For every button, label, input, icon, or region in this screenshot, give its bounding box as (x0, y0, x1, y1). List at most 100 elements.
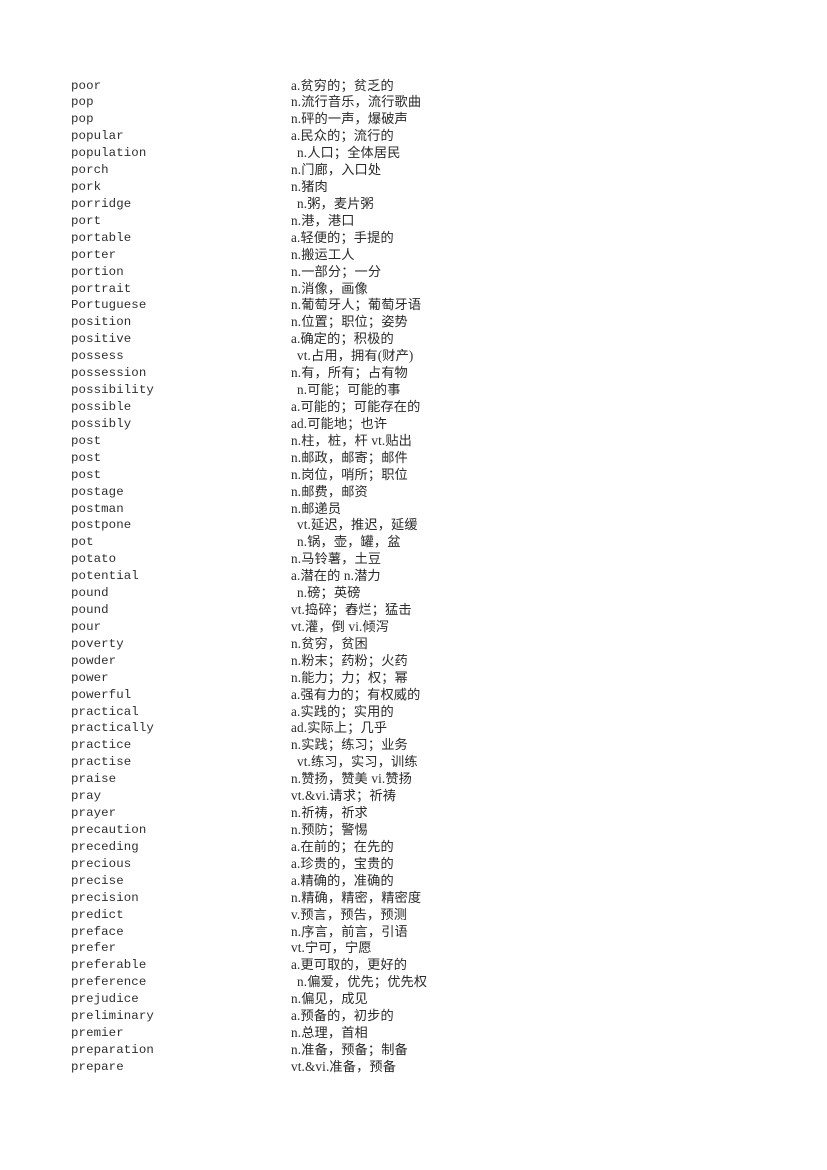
entry-definition: n.消像，画像 (291, 280, 368, 296)
entry-word: practical (71, 704, 139, 719)
entry-definition: n.马铃薯，土豆 (291, 551, 382, 567)
entry-word: preparation (71, 1042, 154, 1057)
vocabulary-entry: porch n.门廊，入口处 (0, 162, 827, 179)
entry-word: possible (71, 399, 132, 414)
entry-word: practically (71, 721, 154, 736)
vocabulary-entry: preface n.序言，前言，引语 (0, 924, 827, 941)
entry-word: position (71, 315, 132, 330)
vocabulary-entry: postage n.邮费，邮资 (0, 484, 827, 501)
vocabulary-entry: postpone vt.延迟，推迟，延缓 (0, 517, 827, 534)
entry-definition: n.祈祷，祈求 (291, 805, 368, 821)
entry-word: postpone (71, 518, 132, 533)
vocabulary-entry: possibly ad.可能地；也许 (0, 416, 827, 433)
entry-definition: a.预备的，初步的 (291, 1008, 394, 1024)
entry-word: practise (71, 755, 132, 770)
entry-definition: n.磅；英磅 (297, 585, 361, 601)
entry-definition: n.粥，麦片粥 (297, 195, 374, 211)
vocabulary-entry: precious a.珍贵的，宝贵的 (0, 856, 827, 873)
entry-word: precision (71, 890, 139, 905)
vocabulary-entry: preferable a.更可取的，更好的 (0, 957, 827, 974)
entry-definition: n.准备，预备；制备 (291, 1041, 408, 1057)
entry-definition: n.柱，桩，杆 vt.贴出 (291, 432, 413, 448)
entry-word: potential (71, 569, 139, 584)
entry-word: possess (71, 349, 124, 364)
entry-word: post (71, 450, 102, 465)
entry-definition: vt.延迟，推迟，延缓 (297, 517, 418, 533)
vocabulary-entry: prejudice n.偏见，成见 (0, 991, 827, 1008)
entry-definition: n.可能；可能的事 (297, 382, 401, 398)
entry-word: pound (71, 603, 109, 618)
entry-definition: a.潜在的 n.潜力 (291, 568, 381, 584)
vocabulary-entry: portable a.轻便的；手提的 (0, 230, 827, 247)
vocabulary-entry: practical a.实践的；实用的 (0, 704, 827, 721)
vocabulary-entry: prefer vt.宁可，宁愿 (0, 940, 827, 957)
vocabulary-entry: preliminary a.预备的，初步的 (0, 1008, 827, 1025)
entry-word: predict (71, 907, 124, 922)
vocabulary-entry: pop n.流行音乐，流行歌曲 (0, 94, 827, 111)
entry-word: positive (71, 332, 132, 347)
entry-definition: n.贫穷，贫困 (291, 635, 368, 651)
vocabulary-entry: practically ad.实际上；几乎 (0, 720, 827, 737)
entry-word: porter (71, 247, 117, 262)
vocabulary-entry: post n.柱，桩，杆 vt.贴出 (0, 433, 827, 450)
entry-definition: n.门廊，入口处 (291, 162, 382, 178)
entry-definition: a.珍贵的，宝贵的 (291, 855, 394, 871)
entry-word: portable (71, 230, 132, 245)
vocabulary-entry: porridge n.粥，麦片粥 (0, 196, 827, 213)
entry-definition: vt.捣碎；舂烂；猛击 (291, 602, 412, 618)
entry-definition: n.流行音乐，流行歌曲 (291, 94, 422, 110)
entry-word: postage (71, 484, 124, 499)
entry-definition: n.实践；练习；业务 (291, 737, 408, 753)
vocabulary-entry: possible a.可能的；可能存在的 (0, 399, 827, 416)
vocabulary-entry: preparation n.准备，预备；制备 (0, 1042, 827, 1059)
entry-word: pour (71, 619, 102, 634)
entry-definition: a.贫穷的；贫乏的 (291, 77, 394, 93)
entry-word: popular (71, 129, 124, 144)
entry-word: pop (71, 112, 94, 127)
vocabulary-entry: possibility n.可能；可能的事 (0, 382, 827, 399)
entry-definition: n.搬运工人 (291, 246, 355, 262)
entry-word: precious (71, 856, 132, 871)
entry-word: postman (71, 501, 124, 516)
entry-word: powder (71, 653, 117, 668)
entry-word: praise (71, 772, 117, 787)
vocabulary-entry: pound n.磅；英磅 (0, 585, 827, 602)
entry-definition: n.港，港口 (291, 212, 355, 228)
entry-definition: n.总理，首相 (291, 1025, 368, 1041)
entry-definition: n.能力；力；权；幂 (291, 669, 408, 685)
vocabulary-entry: practice n.实践；练习；业务 (0, 737, 827, 754)
entry-word: pot (71, 535, 94, 550)
entry-definition: n.邮政，邮寄；邮件 (291, 449, 408, 465)
vocabulary-entry: popular a.民众的；流行的 (0, 128, 827, 145)
entry-word: potato (71, 552, 117, 567)
entry-definition: n.预防；警惕 (291, 821, 368, 837)
entry-definition: v.预言，预告，预测 (291, 906, 408, 922)
vocabulary-entry: precise a.精确的，准确的 (0, 873, 827, 890)
entry-definition: vt.&vi.准备，预备 (291, 1058, 397, 1074)
entry-word: possession (71, 366, 147, 381)
entry-word: precaution (71, 822, 147, 837)
vocabulary-entry: preceding a.在前的；在先的 (0, 839, 827, 856)
entry-word: post (71, 467, 102, 482)
entry-definition: n.人口；全体居民 (297, 145, 401, 161)
vocabulary-entry: postman n.邮递员 (0, 501, 827, 518)
entry-word: Portuguese (71, 298, 147, 313)
entry-definition: n.葡萄牙人；葡萄牙语 (291, 297, 422, 313)
entry-definition: n.序言，前言，引语 (291, 923, 408, 939)
vocabulary-entry: precaution n.预防；警惕 (0, 822, 827, 839)
entry-definition: n.猪肉 (291, 179, 328, 195)
vocabulary-entry: porter n.搬运工人 (0, 247, 827, 264)
entry-definition: vt.宁可，宁愿 (291, 940, 372, 956)
entry-word: poverty (71, 636, 124, 651)
vocabulary-entry: poverty n.贫穷，贫困 (0, 636, 827, 653)
vocabulary-entry: practise vt.练习，实习，训练 (0, 754, 827, 771)
entry-definition: n.砰的一声，爆破声 (291, 111, 408, 127)
entry-definition: a.精确的，准确的 (291, 872, 394, 888)
vocabulary-entry: prepare vt.&vi.准备，预备 (0, 1059, 827, 1076)
entry-word: practice (71, 738, 132, 753)
entry-definition: vt.练习，实习，训练 (297, 754, 418, 770)
entry-word: preliminary (71, 1009, 154, 1024)
entry-definition: n.有，所有；占有物 (291, 365, 408, 381)
entry-word: prejudice (71, 992, 139, 1007)
vocabulary-entry: preference n.偏爱，优先；优先权 (0, 974, 827, 991)
